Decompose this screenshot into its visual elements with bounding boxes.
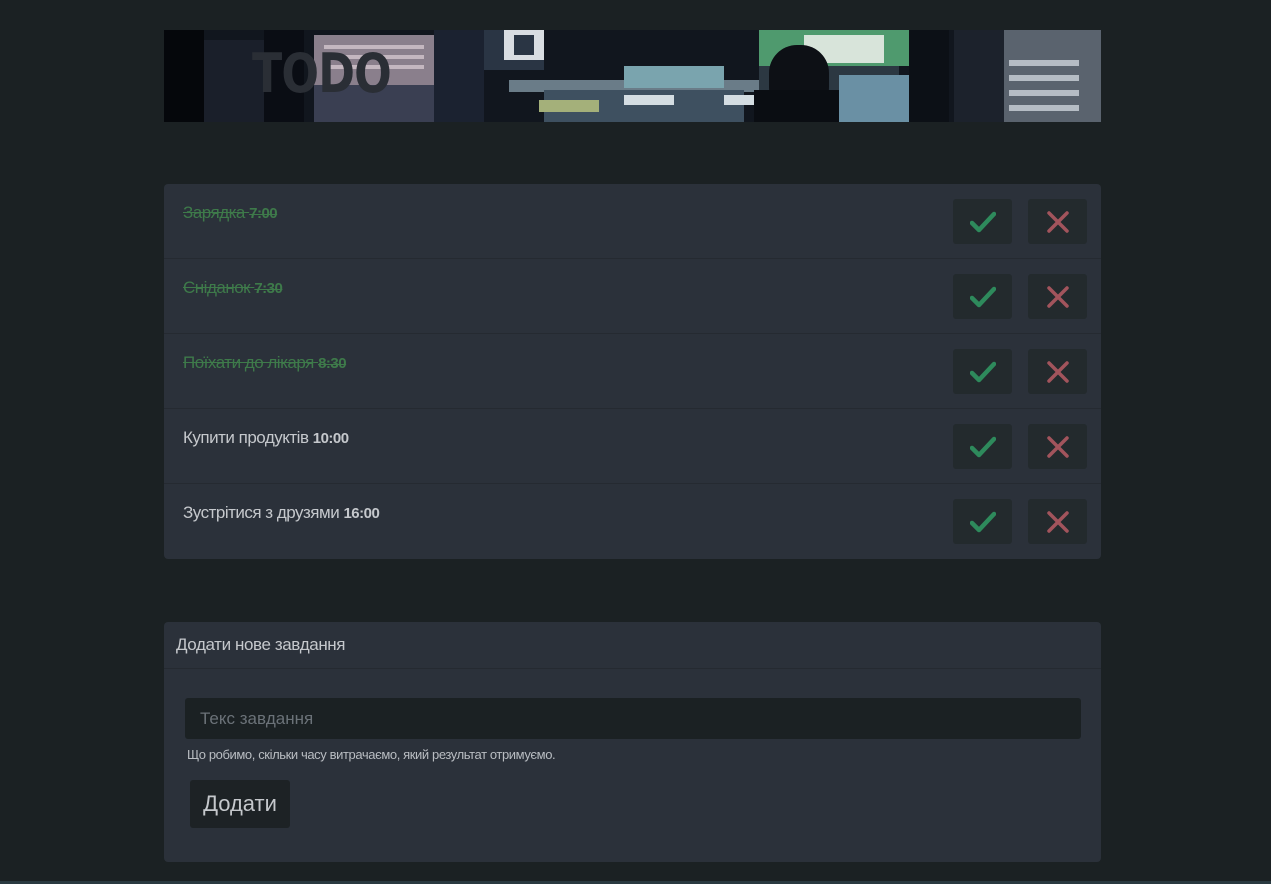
close-icon xyxy=(1046,285,1069,308)
todo-item-time: 7:00 xyxy=(249,205,278,222)
todo-page: TODO Зарядка 7:00 Сніданок 7:30 Поїхати … xyxy=(0,0,1271,884)
delete-button[interactable] xyxy=(1028,274,1087,319)
todo-item-time: 7:30 xyxy=(254,280,283,297)
todo-item-text: Зустрітися з друзями 16:00 xyxy=(183,503,380,523)
add-task-button[interactable]: Додати xyxy=(190,780,290,828)
delete-button[interactable] xyxy=(1028,499,1087,544)
todo-item-label: Купити продуктів xyxy=(183,428,309,447)
todo-item: Зустрітися з друзями 16:00 xyxy=(164,484,1101,558)
todo-list: Зарядка 7:00 Сніданок 7:30 Поїхати до лі… xyxy=(164,184,1101,559)
check-icon xyxy=(969,286,996,307)
add-task-form: Додати нове завдання Що робимо, скільки … xyxy=(164,622,1101,862)
check-icon xyxy=(969,211,996,232)
complete-button[interactable] xyxy=(953,349,1012,394)
todo-item-text: Купити продуктів 10:00 xyxy=(183,428,349,448)
delete-button[interactable] xyxy=(1028,424,1087,469)
close-icon xyxy=(1046,210,1069,233)
todo-item: Поїхати до лікаря 8:30 xyxy=(164,334,1101,409)
close-icon xyxy=(1046,510,1069,533)
complete-button[interactable] xyxy=(953,199,1012,244)
close-icon xyxy=(1046,360,1069,383)
todo-item-text: Сніданок 7:30 xyxy=(183,278,283,298)
add-task-header: Додати нове завдання xyxy=(164,622,1101,669)
check-icon xyxy=(969,361,996,382)
todo-item: Зарядка 7:00 xyxy=(164,184,1101,259)
delete-button[interactable] xyxy=(1028,349,1087,394)
todo-item-label: Зарядка xyxy=(183,203,245,222)
todo-item-label: Зустрітися з друзями xyxy=(183,503,340,522)
complete-button[interactable] xyxy=(953,424,1012,469)
header-banner: TODO xyxy=(164,30,1101,122)
task-input-hint: Що робимо, скільки часу витрачаємо, який… xyxy=(187,747,556,762)
app-title: TODO xyxy=(252,42,392,105)
task-text-input[interactable] xyxy=(185,698,1081,739)
close-icon xyxy=(1046,435,1069,458)
check-icon xyxy=(969,436,996,457)
complete-button[interactable] xyxy=(953,274,1012,319)
todo-item-time: 10:00 xyxy=(312,430,349,447)
check-icon xyxy=(969,511,996,532)
complete-button[interactable] xyxy=(953,499,1012,544)
todo-item-time: 8:30 xyxy=(318,355,347,372)
todo-item-time: 16:00 xyxy=(343,505,380,522)
todo-item-text: Зарядка 7:00 xyxy=(183,203,278,223)
todo-item-label: Поїхати до лікаря xyxy=(183,353,314,372)
todo-item-text: Поїхати до лікаря 8:30 xyxy=(183,353,347,373)
todo-item-label: Сніданок xyxy=(183,278,251,297)
todo-item: Сніданок 7:30 xyxy=(164,259,1101,334)
delete-button[interactable] xyxy=(1028,199,1087,244)
todo-item: Купити продуктів 10:00 xyxy=(164,409,1101,484)
